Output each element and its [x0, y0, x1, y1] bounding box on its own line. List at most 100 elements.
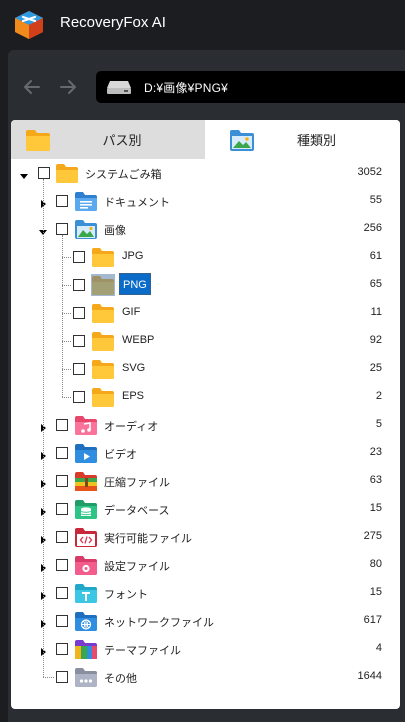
navigation-bar: D:¥画像¥PNG¥ — [8, 68, 405, 106]
tree-item-checkbox[interactable] — [56, 223, 68, 235]
tree-item-checkbox[interactable] — [56, 195, 68, 207]
tree-item-checkbox[interactable] — [73, 335, 85, 347]
tree-item-label: データベース — [104, 505, 170, 517]
audio-folder-icon — [74, 414, 98, 436]
tree-item-count: 23 — [369, 446, 382, 458]
archive-folder-icon — [74, 470, 98, 492]
tree-item[interactable]: その他 1644 — [11, 663, 400, 691]
tab-by-type[interactable]: 種類別 — [205, 120, 400, 159]
current-path: D:¥画像¥PNG¥ — [144, 81, 229, 95]
folder-icon — [91, 274, 115, 296]
theme-folder-icon — [74, 638, 98, 660]
tree-item-checkbox[interactable] — [56, 447, 68, 459]
folder-icon — [91, 246, 115, 268]
tab-label: 種類別 — [296, 133, 336, 148]
folder-icon — [91, 358, 115, 380]
tree-item-count: 15 — [369, 586, 382, 598]
tree-item-label: 実行可能ファイル — [104, 533, 192, 545]
tree-item-count: 5 — [375, 418, 382, 430]
tree-item-count: 63 — [369, 474, 382, 486]
tree-item-label: 圧縮ファイル — [104, 477, 170, 489]
tree-item-count: 4 — [375, 642, 382, 654]
tree-item-count: 65 — [369, 278, 382, 290]
folder-icon — [91, 386, 115, 408]
tree-item-checkbox[interactable] — [56, 531, 68, 543]
tree-item-count: 80 — [369, 558, 382, 570]
tree-item-checkbox[interactable] — [73, 279, 85, 291]
tree-item-checkbox[interactable] — [56, 419, 68, 431]
arrow-right-icon — [60, 80, 76, 94]
drive-icon — [107, 81, 131, 94]
tree-item-label: 設定ファイル — [104, 561, 170, 573]
tree-item-checkbox[interactable] — [73, 307, 85, 319]
tree-item-checkbox[interactable] — [56, 587, 68, 599]
folder-icon — [91, 330, 115, 352]
tree-item[interactable]: 圧縮ファイル 63 — [11, 467, 400, 495]
tree-item-count: 25 — [369, 362, 382, 374]
app-title: RecoveryFox AI — [60, 14, 166, 31]
folder-icon — [91, 302, 115, 324]
tree-item-count: 92 — [369, 334, 382, 346]
code-folder-icon — [74, 526, 98, 548]
network-folder-icon — [74, 610, 98, 632]
tree-item-label: ビデオ — [104, 449, 137, 461]
back-button[interactable] — [18, 73, 46, 101]
image-folder-icon — [74, 218, 98, 240]
tree-item-label: オーディオ — [104, 421, 159, 433]
tree-guide-line — [62, 397, 71, 398]
tree-item-checkbox[interactable] — [73, 251, 85, 263]
video-folder-icon — [74, 442, 98, 464]
settings-folder-icon — [74, 554, 98, 576]
tree-item[interactable]: 設定ファイル 80 — [11, 551, 400, 579]
tree-item[interactable]: 画像 256 — [11, 215, 400, 243]
tree-item-checkbox[interactable] — [73, 391, 85, 403]
tree-guide-line — [43, 179, 44, 677]
tree-item-checkbox[interactable] — [56, 559, 68, 571]
tree-item-count: 61 — [369, 250, 382, 262]
collapse-arrow-icon[interactable] — [19, 168, 29, 179]
folder-icon — [55, 162, 79, 184]
tree-item-label: GIF — [122, 306, 141, 318]
tree-item-label: システムごみ箱 — [85, 169, 162, 181]
tree-item-count: 3052 — [357, 166, 382, 178]
database-folder-icon — [74, 498, 98, 520]
forward-button[interactable] — [54, 73, 82, 101]
tree-item-checkbox[interactable] — [56, 475, 68, 487]
tree-item-checkbox[interactable] — [56, 615, 68, 627]
tree-item[interactable]: システムごみ箱 3052 — [11, 159, 400, 187]
tab-by-path[interactable]: パス別 — [11, 120, 205, 159]
tree-item[interactable]: 実行可能ファイル 275 — [11, 523, 400, 551]
tree-item[interactable]: テーマファイル 4 — [11, 635, 400, 663]
tree-item-checkbox[interactable] — [38, 167, 50, 179]
tree-item-label: WEBP — [122, 334, 155, 346]
tree-item-count: 55 — [369, 194, 382, 206]
tree-item[interactable]: オーディオ 5 — [11, 411, 400, 439]
tree-item-label: EPS — [122, 390, 145, 402]
tree-item-checkbox[interactable] — [56, 643, 68, 655]
tree-guide-line — [62, 369, 71, 370]
tree-item[interactable]: ネットワークファイル 617 — [11, 607, 400, 635]
tree-item-label: ドキュメント — [104, 197, 170, 209]
tree-item-label: ネットワークファイル — [104, 617, 214, 629]
tree-item-checkbox[interactable] — [73, 363, 85, 375]
tree-item[interactable]: データベース 15 — [11, 495, 400, 523]
tree-item-count: 256 — [363, 222, 382, 234]
tree-item[interactable]: ビデオ 23 — [11, 439, 400, 467]
tree-item-label: 画像 — [104, 225, 126, 237]
tree-item-count: 617 — [363, 614, 382, 626]
tab-label: パス別 — [102, 133, 142, 148]
tree-item[interactable]: フォント 15 — [11, 579, 400, 607]
title-bar: RecoveryFox AI — [0, 0, 405, 48]
tree-item-checkbox[interactable] — [56, 503, 68, 515]
tree-item-checkbox[interactable] — [56, 671, 68, 683]
tree-guide-line — [62, 285, 71, 286]
path-bar[interactable]: D:¥画像¥PNG¥ — [96, 71, 405, 103]
other-folder-icon — [74, 666, 98, 688]
tree-guide-line — [62, 257, 71, 258]
tree-item-count: 1644 — [357, 670, 382, 682]
tree-item[interactable]: ドキュメント 55 — [11, 187, 400, 215]
arrow-left-icon — [24, 80, 40, 94]
category-tree: システムごみ箱 3052 ドキュメント 55 画像 256 JPG 61 PNG 65 GIF 11 W… — [11, 159, 400, 709]
tree-item-label: PNG — [119, 273, 151, 295]
tree-guide-line — [62, 313, 71, 314]
